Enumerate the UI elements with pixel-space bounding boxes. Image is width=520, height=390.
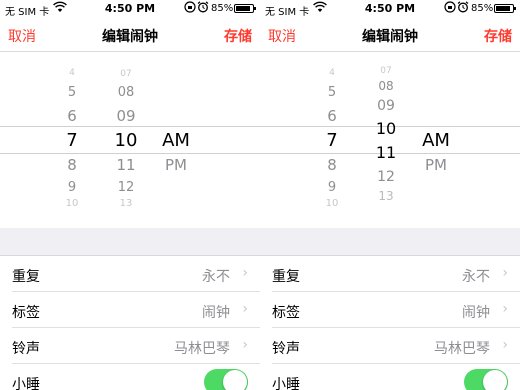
rotation-lock-icon [184,1,196,16]
minute-option[interactable]: 09 [110,107,142,125]
minute-option[interactable]: 09 [370,98,402,114]
minute-option[interactable]: 11 [110,156,142,174]
settings-list: 重复 永不 › 标签 闹钟 › 铃声 马林巴琴 › 小睡 [0,256,260,390]
tag-label: 标签 [272,305,300,321]
hour-option[interactable]: 4 [322,68,342,78]
minute-option-selected[interactable]: 10 [108,130,144,151]
status-bar: 无 SIM 卡 4:50 PM 85% [260,0,520,18]
minute-option[interactable]: 11 [368,143,404,162]
toggle-knob [223,370,247,390]
repeat-label: 重复 [272,269,300,285]
sound-value: 马林巴琴 [174,341,230,357]
repeat-label: 重复 [12,269,40,285]
page-title: 编辑闹钟 [102,29,158,45]
am-option-selected[interactable]: AM [158,130,194,151]
separator-band [260,228,520,256]
hour-option[interactable]: 4 [62,68,82,78]
tag-label: 标签 [12,305,40,321]
tag-row[interactable]: 标签 闹钟 › [272,292,520,328]
chevron-right-icon: › [242,337,248,353]
hour-option-selected[interactable]: 7 [320,130,344,151]
tag-value: 闹钟 [202,305,230,321]
time-picker[interactable]: 4 5 6 7 8 9 10 07 08 09 10 11 12 13 AM P… [260,52,520,228]
minute-option[interactable]: 12 [112,180,140,195]
sound-value: 马林巴琴 [434,341,490,357]
hour-option[interactable]: 8 [322,156,342,174]
tag-value: 闹钟 [462,305,490,321]
hour-option[interactable]: 8 [62,156,82,174]
hour-option[interactable]: 9 [322,180,342,195]
sound-label: 铃声 [12,341,40,357]
sound-row[interactable]: 铃声 马林巴琴 › [12,328,260,364]
hour-option[interactable]: 6 [322,107,342,125]
repeat-value: 永不 [202,269,230,285]
nav-bar: 取消 编辑闹钟 存储 [0,18,260,52]
time-picker[interactable]: 4 5 6 7 8 9 10 07 08 09 10 11 12 13 AM P… [0,52,260,228]
battery-icon [234,4,256,13]
minute-option[interactable]: 13 [112,198,140,209]
minute-option[interactable]: 07 [112,69,140,79]
battery-percent: 85% [471,3,494,14]
battery-percent: 85% [211,3,234,14]
snooze-label: 小睡 [272,377,300,390]
nav-bar: 取消 编辑闹钟 存储 [260,18,520,52]
minute-option[interactable]: 08 [372,79,400,93]
minute-option[interactable]: 08 [112,85,140,100]
sound-row[interactable]: 铃声 马林巴琴 › [272,328,520,364]
hour-option[interactable]: 5 [62,85,82,100]
toggle-knob [483,370,507,390]
selection-line-bottom [0,153,260,154]
repeat-row[interactable]: 重复 永不 › [272,256,520,292]
minute-option[interactable]: 13 [372,189,400,203]
hour-option[interactable]: 5 [322,85,342,100]
hour-option[interactable]: 6 [62,107,82,125]
snooze-row: 小睡 [272,364,520,390]
minute-option[interactable]: 07 [372,66,400,76]
hour-option[interactable]: 10 [320,198,344,209]
save-button[interactable]: 存储 [484,26,512,46]
pm-option[interactable]: PM [160,156,192,174]
tag-row[interactable]: 标签 闹钟 › [12,292,260,328]
snooze-label: 小睡 [12,377,40,390]
alarm-clock-icon [197,1,209,16]
separator-band [0,228,260,256]
hour-option[interactable]: 10 [60,198,84,209]
am-option-selected[interactable]: AM [418,130,454,151]
alarm-clock-icon [457,1,469,16]
sound-label: 铃声 [272,341,300,357]
battery-icon [494,4,516,13]
chevron-right-icon: › [502,265,508,281]
snooze-toggle[interactable] [204,369,248,390]
settings-list: 重复 永不 › 标签 闹钟 › 铃声 马林巴琴 › 小睡 [260,256,520,390]
repeat-value: 永不 [462,269,490,285]
snooze-toggle[interactable] [464,369,508,390]
chevron-right-icon: › [242,301,248,317]
left-screen: 无 SIM 卡 4:50 PM 85% 取消 编辑闹钟 存储 4 5 6 7 8… [0,0,260,390]
hour-option[interactable]: 9 [62,180,82,195]
chevron-right-icon: › [502,301,508,317]
rotation-lock-icon [444,1,456,16]
status-bar: 无 SIM 卡 4:50 PM 85% [0,0,260,18]
repeat-row[interactable]: 重复 永不 › [12,256,260,292]
chevron-right-icon: › [502,337,508,353]
pm-option[interactable]: PM [420,156,452,174]
chevron-right-icon: › [242,265,248,281]
right-screen: 无 SIM 卡 4:50 PM 85% 取消 编辑闹钟 存储 4 5 6 7 8… [260,0,520,390]
minute-option-selected[interactable]: 10 [368,119,404,138]
page-title: 编辑闹钟 [362,29,418,45]
minute-option[interactable]: 12 [370,169,402,185]
selection-line-top [0,126,260,127]
save-button[interactable]: 存储 [224,26,252,46]
snooze-row: 小睡 [12,364,260,390]
hour-option-selected[interactable]: 7 [60,130,84,151]
